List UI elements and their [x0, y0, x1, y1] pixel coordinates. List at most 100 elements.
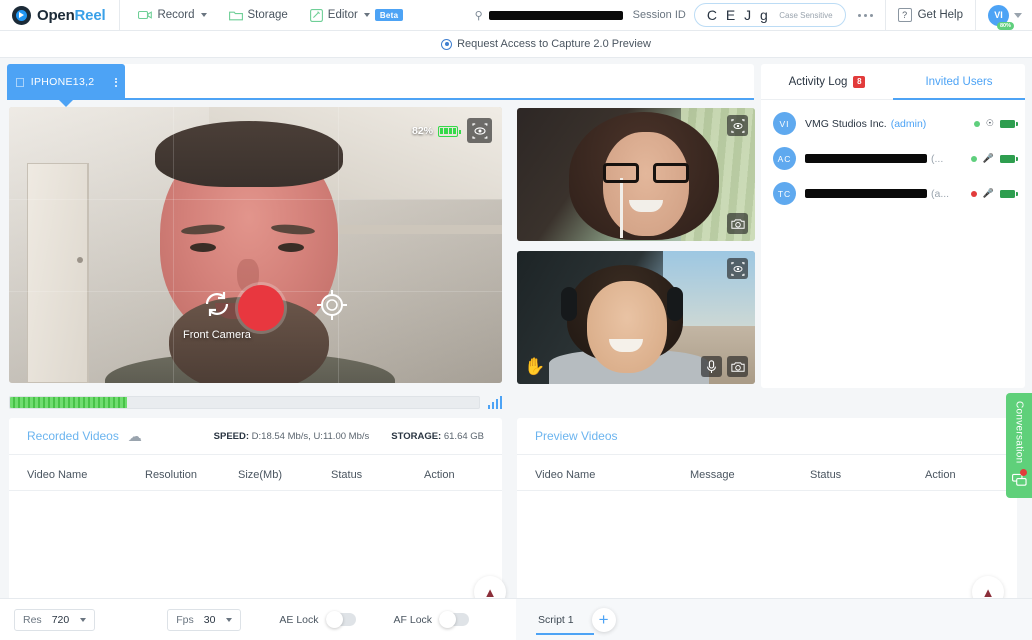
- focus-target-icon: [315, 288, 349, 322]
- script-tab-1[interactable]: Script 1: [536, 604, 586, 635]
- battery-status: 82%: [412, 125, 458, 137]
- composition-grid-line: [173, 107, 174, 383]
- avatar: VI: [773, 112, 796, 135]
- script-tab-label: Script 1: [538, 614, 574, 626]
- case-sensitive-label: Case Sensitive: [779, 11, 832, 20]
- list-item[interactable]: TC (a... 🎤: [761, 176, 1025, 211]
- video-frame-door: [27, 163, 89, 383]
- user-role: (admin): [891, 118, 927, 130]
- beta-badge: Beta: [375, 9, 404, 21]
- mic-icon: 🎤: [983, 154, 994, 163]
- tab-underline: [125, 98, 754, 100]
- participant-2-snapshot-button[interactable]: [727, 356, 748, 377]
- fps-select[interactable]: Fps 30: [167, 609, 241, 631]
- nav-item-record[interactable]: Record: [138, 9, 206, 21]
- record-circle-icon: [441, 39, 452, 50]
- participant-2-headphone-right: [667, 287, 683, 321]
- plus-icon: +: [599, 611, 609, 628]
- avatar: AC: [773, 147, 796, 170]
- recorded-videos-title[interactable]: Recorded Videos: [27, 429, 119, 443]
- user-avatar-menu[interactable]: VI 80%: [975, 0, 1032, 31]
- af-lock-toggle[interactable]: [439, 613, 469, 626]
- video-frame-doorknob: [77, 257, 83, 263]
- user-status-group: 🎤: [971, 154, 1015, 163]
- focus-target-button[interactable]: [315, 288, 349, 327]
- preview-videos-title[interactable]: Preview Videos: [535, 429, 618, 443]
- device-tab-iphone[interactable]:  IPHONE13,2: [7, 64, 125, 100]
- session-id-field[interactable]: C E J g Case Sensitive: [694, 3, 846, 27]
- chevron-down-icon: [1014, 13, 1022, 18]
- tab-invited-users-label: Invited Users: [925, 76, 992, 88]
- fps-label: Fps: [176, 614, 194, 626]
- session-code: C E J g: [707, 7, 770, 23]
- resolution-label: Res: [23, 614, 42, 626]
- tab-activity-log[interactable]: Activity Log 8: [761, 64, 893, 99]
- battery-icon: [1000, 190, 1015, 198]
- activity-panel: Activity Log 8 Invited Users VI VMG Stud…: [761, 64, 1025, 388]
- app-root: OpenReel Record Storage Edito: [0, 0, 1032, 640]
- column-header-action: Action: [925, 469, 956, 481]
- record-button[interactable]: [238, 285, 284, 331]
- ae-lock-toggle[interactable]: [326, 613, 356, 626]
- raised-hand-icon[interactable]: ✋: [524, 357, 545, 377]
- preview-videos-table-header: Video Name Message Status Action: [517, 455, 1017, 491]
- get-help-label: Get Help: [918, 9, 963, 21]
- recorded-videos-table-header: Video Name Resolution Size(Mb) Status Ac…: [9, 455, 502, 491]
- preview-visibility-toggle[interactable]: [467, 118, 492, 143]
- video-frame-subject-eye-left: [190, 243, 216, 252]
- capture-preview-banner: Request Access to Capture 2.0 Preview: [0, 31, 1032, 58]
- nav-item-storage[interactable]: Storage: [229, 9, 288, 21]
- avatar: TC: [773, 182, 796, 205]
- conversation-sidebar-tab[interactable]: Conversation: [1006, 393, 1032, 498]
- request-access-label: Request Access to Capture 2.0 Preview: [457, 38, 651, 50]
- more-options-icon[interactable]: [846, 14, 885, 17]
- add-script-button[interactable]: +: [592, 608, 616, 632]
- audio-level-meter: [9, 393, 502, 411]
- notification-dot: [1020, 469, 1027, 476]
- session-id-label: Session ID: [633, 9, 686, 21]
- participant-2-mic-button[interactable]: [701, 356, 722, 377]
- participant-1-visibility-toggle[interactable]: [727, 115, 748, 136]
- avatar-progress-badge: 80%: [997, 22, 1014, 30]
- participant-2-visibility-toggle[interactable]: [727, 258, 748, 279]
- user-list: VI VMG Studios Inc. (admin) ☉ AC (...: [761, 100, 1025, 211]
- camera-icon: ☉: [986, 119, 994, 128]
- recorded-videos-panel: Recorded Videos ☁ SPEED: D:18.54 Mb/s, U…: [9, 418, 502, 618]
- list-item[interactable]: AC (... 🎤: [761, 141, 1025, 176]
- request-access-link[interactable]: Request Access to Capture 2.0 Preview: [441, 38, 651, 50]
- user-status-group: 🎤: [971, 189, 1015, 198]
- eye-focus-icon: [467, 118, 492, 143]
- storage-label: STORAGE:: [391, 431, 441, 442]
- af-lock-label: AF Lock: [394, 614, 433, 626]
- recorded-videos-header: Recorded Videos ☁ SPEED: D:18.54 Mb/s, U…: [9, 418, 502, 454]
- user-email-block: ⚲: [475, 9, 633, 22]
- preview-videos-header: Preview Videos: [517, 418, 1017, 454]
- af-lock-group: AF Lock: [394, 613, 470, 626]
- nav-item-editor[interactable]: Editor Beta: [310, 9, 404, 22]
- top-navigation-bar: OpenReel Record Storage Edito: [0, 0, 1032, 31]
- storage-value: 61.64 GB: [444, 431, 484, 442]
- user-role: (...: [931, 153, 943, 165]
- user-name: VMG Studios Inc.: [805, 118, 887, 130]
- brand-logo[interactable]: OpenReel: [0, 6, 119, 25]
- participant-video-2[interactable]: ✋: [517, 251, 755, 384]
- participant-1-snapshot-button[interactable]: [727, 213, 748, 234]
- user-name-row: VMG Studios Inc. (admin): [805, 118, 926, 130]
- nav-label-storage: Storage: [248, 9, 288, 21]
- connection-stats: SPEED: D:18.54 Mb/s, U:11.00 Mb/s STORAG…: [214, 431, 484, 442]
- get-help-button[interactable]: ? Get Help: [885, 0, 975, 31]
- chevron-down-icon: [226, 618, 232, 622]
- resolution-select[interactable]: Res 720: [14, 609, 95, 631]
- column-header-video-name: Video Name: [535, 469, 690, 481]
- cloud-upload-icon[interactable]: ☁: [128, 429, 142, 443]
- vertical-dots-icon[interactable]: [115, 78, 117, 87]
- video-frame-subject-hat: [155, 121, 343, 187]
- camera-snapshot-icon: [727, 213, 748, 234]
- fps-value: 30: [204, 614, 216, 626]
- column-header-status: Status: [810, 469, 925, 481]
- main-video-preview[interactable]: 82% Front Camera: [9, 107, 502, 383]
- tab-invited-users[interactable]: Invited Users: [893, 64, 1025, 99]
- participant-video-1[interactable]: [517, 108, 755, 241]
- list-item[interactable]: VI VMG Studios Inc. (admin) ☉: [761, 106, 1025, 141]
- script-tabs-bar: Script 1 +: [516, 598, 1032, 640]
